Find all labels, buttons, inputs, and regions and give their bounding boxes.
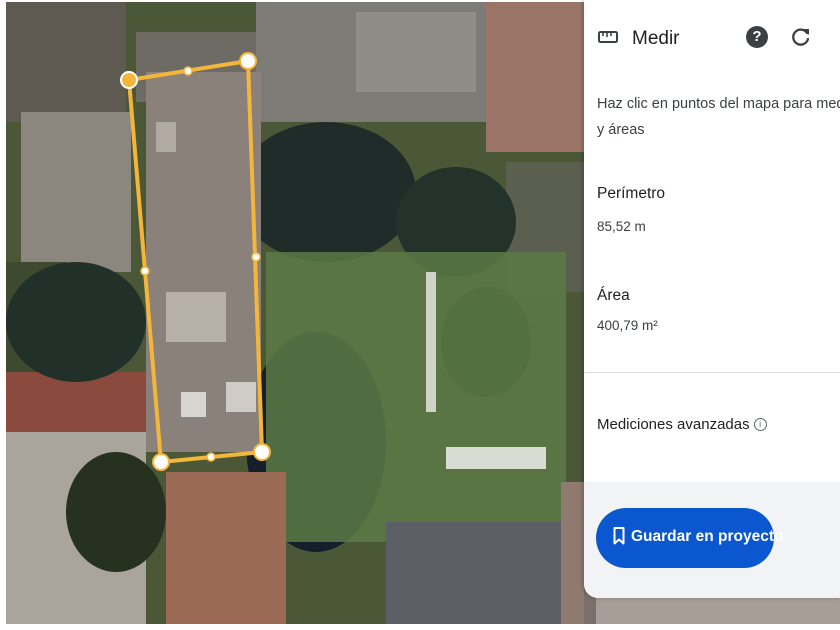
midpoint-handle-top[interactable] [183,66,193,76]
save-to-project-button[interactable]: Guardar en proyecto [596,508,783,568]
instructions-line-2: y áreas [597,122,645,138]
perimeter-value: 85,52 m [597,219,646,234]
measurement-polygon [127,59,264,464]
panel-title: Medir [632,28,680,49]
area-label: Área [597,287,630,304]
reset-icon[interactable] [788,24,814,50]
measure-panel: Medir ? Haz clic en puntos del mapa para… [584,0,840,598]
panel-header: Medir ? [584,22,840,58]
advanced-measurements-label: Mediciones avanzadas [597,416,750,433]
help-label: ? [752,28,762,45]
midpoint-handle-right[interactable] [251,252,261,262]
app-frame: Medir ? Haz clic en puntos del mapa para… [0,0,840,630]
perimeter-label: Perímetro [597,185,666,202]
bookmark-icon [613,527,625,545]
instructions-text: Haz clic en puntos del mapa para medir d… [597,91,840,143]
save-to-project-label: Guardar en proyecto [631,528,784,545]
vertex-handle-3[interactable] [253,443,271,461]
advanced-measurements-link[interactable]: Mediciones avanzadas i [597,416,767,433]
help-icon[interactable]: ? [746,26,768,48]
vertex-handle-2[interactable] [239,52,257,70]
midpoint-handle-left[interactable] [140,266,150,276]
panel-footer: Guardar en proyecto [584,482,840,598]
info-icon[interactable]: i [753,418,767,431]
info-glyph: i [759,419,762,429]
instructions-line-1: Haz clic en puntos del mapa para medir d [597,96,840,112]
vertex-handle-4[interactable] [152,453,170,471]
bottom-strip [0,624,840,630]
area-value: 400,79 m² [597,318,658,333]
midpoint-handle-bottom[interactable] [206,452,216,462]
divider [584,372,840,373]
ruler-icon [598,31,618,43]
vertex-handle-1[interactable] [120,71,138,89]
